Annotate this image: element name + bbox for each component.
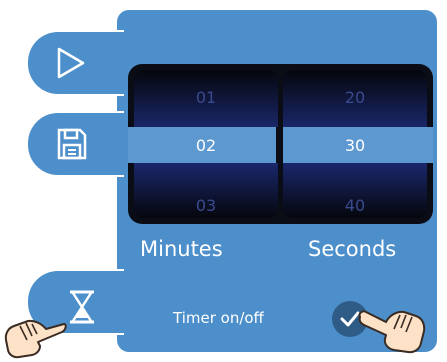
minutes-prev-value[interactable]: 01 bbox=[134, 88, 278, 107]
pointing-hand-icon bbox=[358, 310, 426, 354]
minutes-next-value[interactable]: 03 bbox=[134, 196, 278, 215]
minutes-label: Minutes bbox=[140, 237, 223, 261]
seconds-label: Seconds bbox=[308, 237, 397, 261]
minutes-selected-value[interactable]: 02 bbox=[134, 136, 278, 155]
play-icon bbox=[57, 47, 85, 79]
timer-app: 01 03 20 40 02 30 Minutes Seconds Timer … bbox=[0, 0, 447, 362]
tab-save[interactable] bbox=[26, 111, 124, 177]
timer-toggle-label: Timer on/off bbox=[173, 309, 264, 327]
tab-seam bbox=[114, 271, 120, 333]
seconds-next-value[interactable]: 40 bbox=[283, 196, 427, 215]
hourglass-icon bbox=[70, 290, 94, 324]
time-picker[interactable]: 01 03 20 40 02 30 bbox=[128, 64, 433, 224]
tab-run[interactable] bbox=[26, 30, 124, 96]
save-icon bbox=[57, 128, 87, 160]
seconds-selected-value[interactable]: 30 bbox=[283, 136, 427, 155]
pointing-hand-icon bbox=[4, 319, 67, 359]
seconds-prev-value[interactable]: 20 bbox=[283, 88, 427, 107]
